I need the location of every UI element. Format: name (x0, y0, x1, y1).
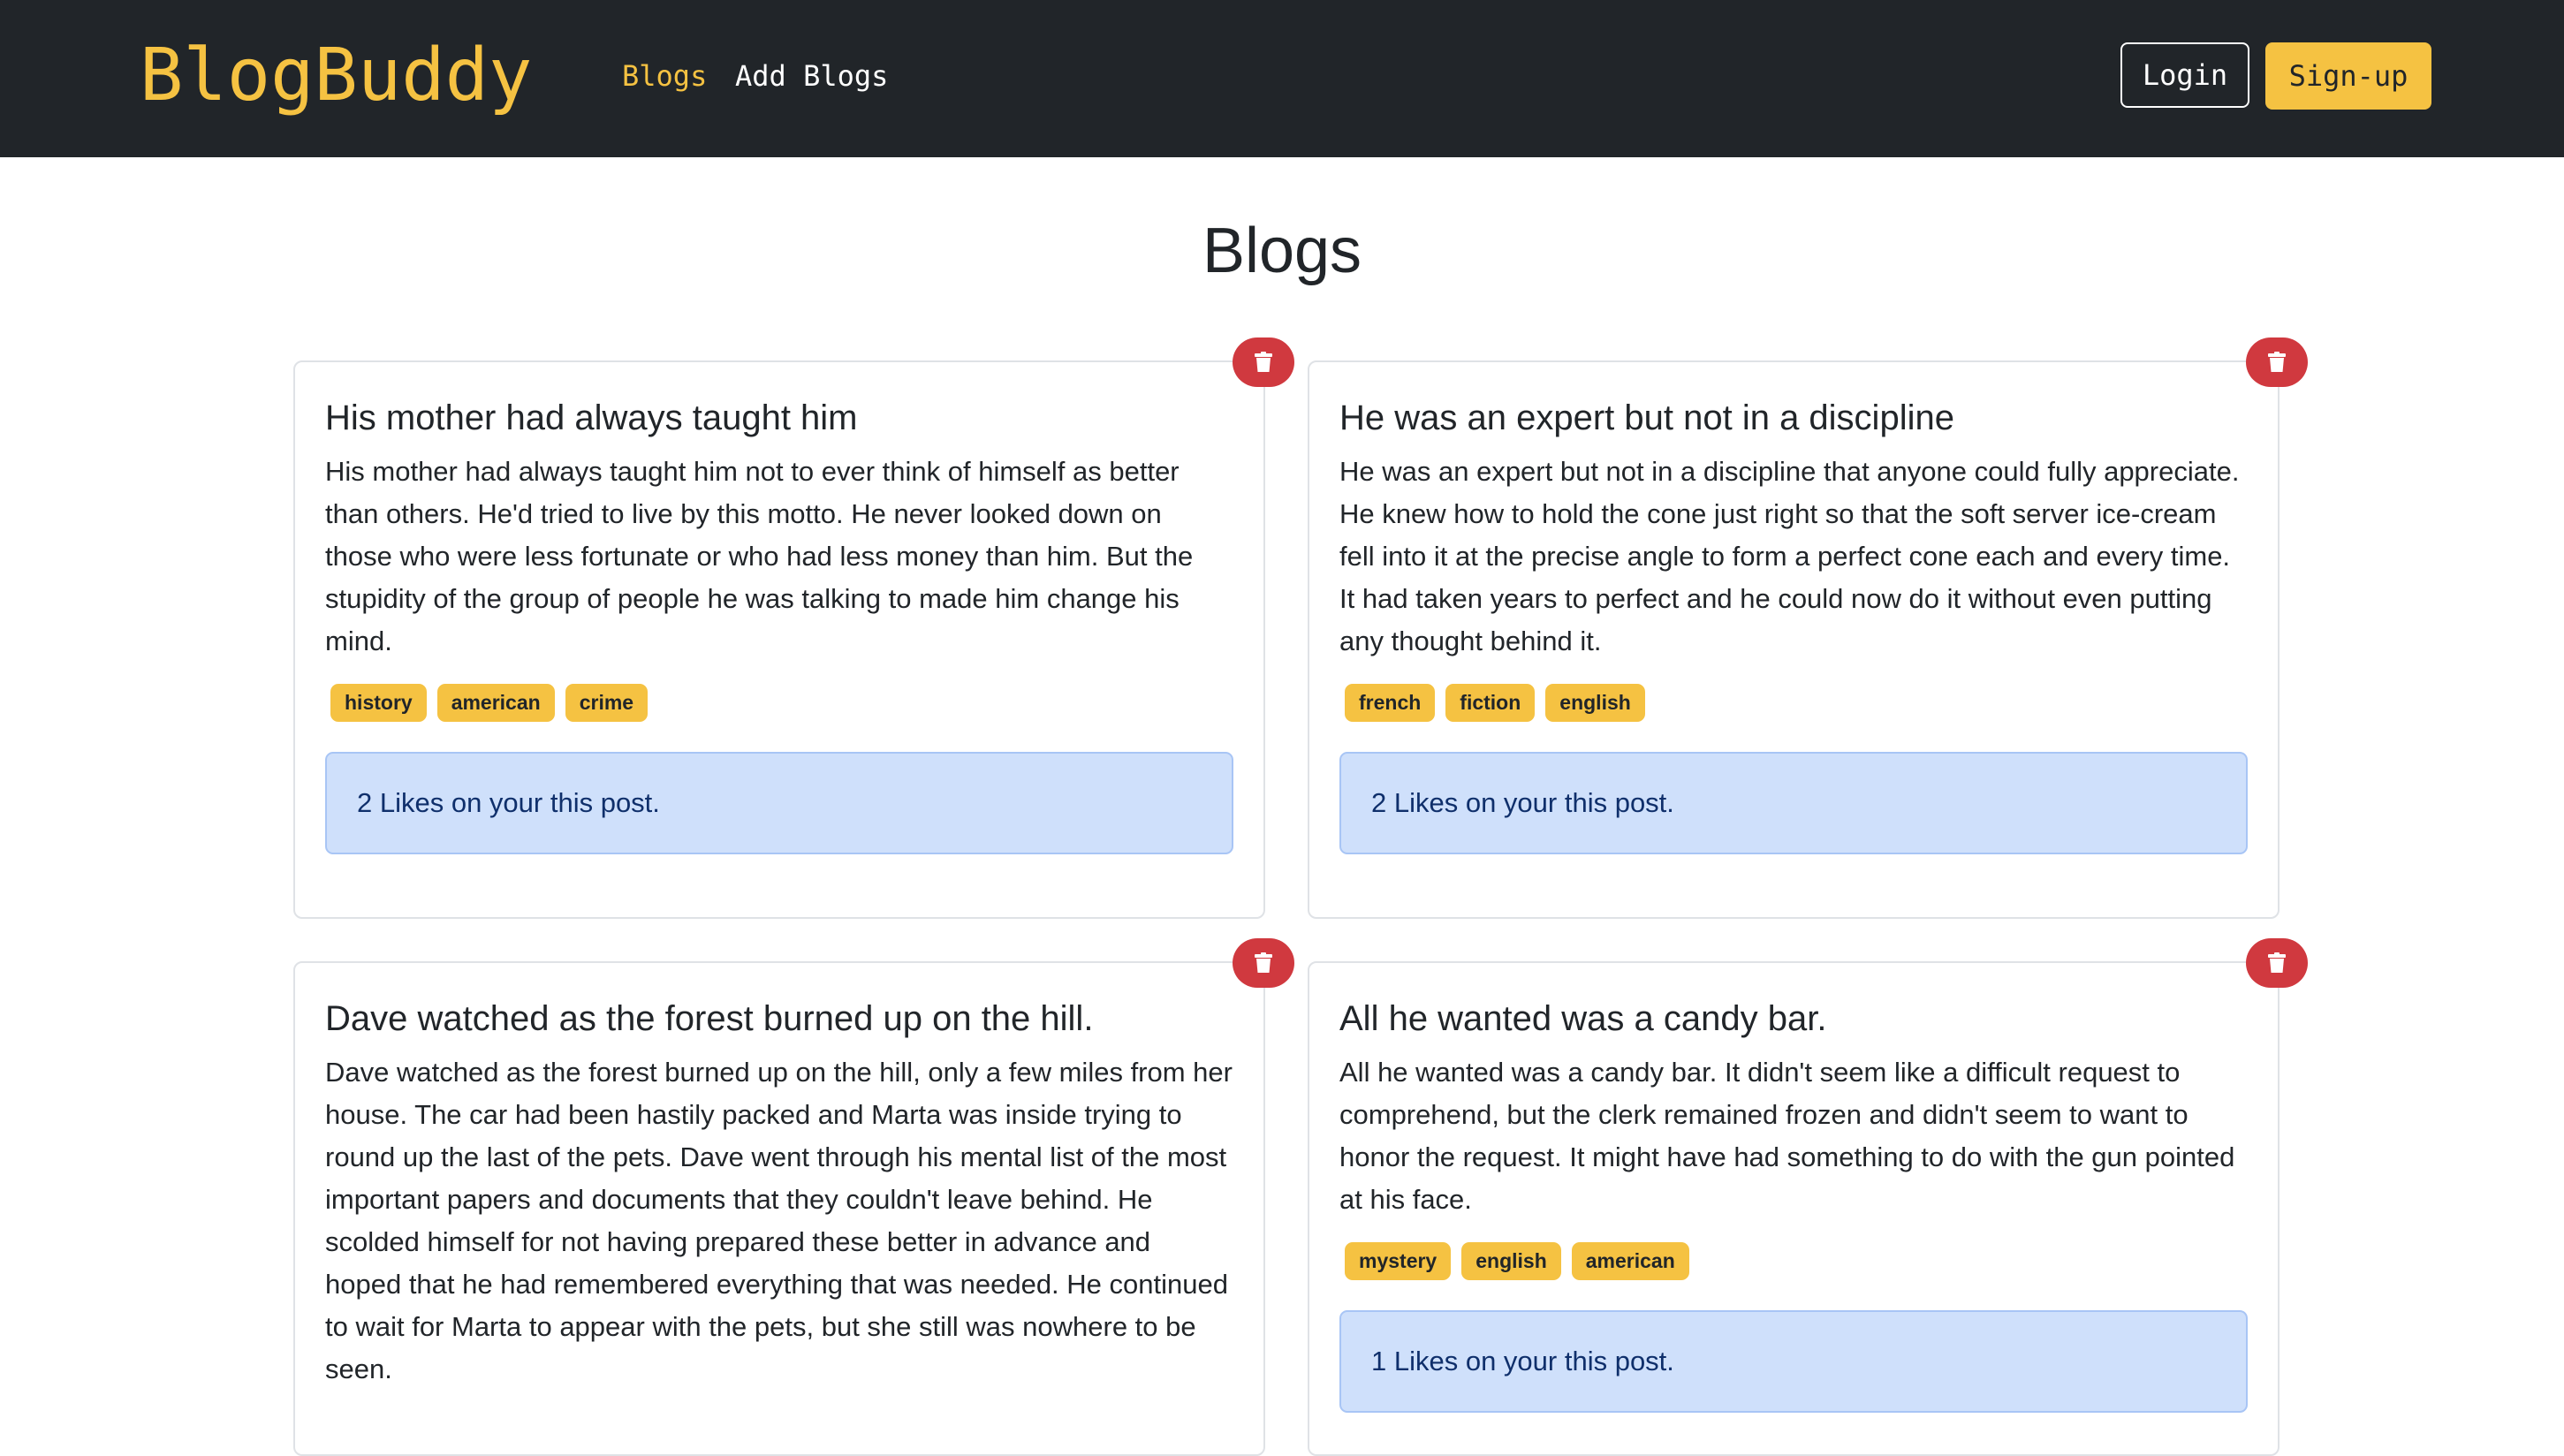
nav-link-add-blogs[interactable]: Add Blogs (735, 55, 888, 97)
likes-alert: 1 Likes on your this post. (1339, 1310, 2248, 1413)
tag-badge: mystery (1345, 1242, 1452, 1280)
tag-badge: french (1345, 684, 1436, 722)
signup-button[interactable]: Sign-up (2265, 42, 2431, 110)
tag-list: mystery english american (1345, 1242, 2248, 1280)
blog-body: His mother had always taught him not to … (325, 456, 1194, 656)
tag-badge: history (330, 684, 427, 722)
trash-icon (1255, 352, 1272, 372)
likes-alert: 2 Likes on your this post. (1339, 752, 2248, 854)
blog-title: He was an expert but not in a discipline (1339, 398, 1954, 437)
tag-list: history american crime (330, 684, 1233, 722)
blog-title: Dave watched as the forest burned up on … (325, 999, 1094, 1038)
trash-icon (2268, 952, 2286, 973)
delete-button[interactable] (2246, 938, 2308, 988)
tag-badge: english (1461, 1242, 1561, 1280)
navbar: BlogBuddy Blogs Add Blogs Login Sign-up (0, 0, 2564, 157)
blog-card: Dave watched as the forest burned up on … (293, 961, 1265, 1456)
blog-card: His mother had always taught him His mot… (293, 360, 1265, 919)
page-title: Blogs (1202, 216, 1362, 286)
blog-card: He was an expert but not in a discipline… (1308, 360, 2280, 919)
blog-card: All he wanted was a candy bar. All he wa… (1308, 961, 2280, 1456)
blog-title: His mother had always taught him (325, 398, 858, 437)
login-button[interactable]: Login (2120, 42, 2249, 108)
blog-body: He was an expert but not in a discipline… (1339, 456, 2240, 656)
tag-badge: crime (565, 684, 649, 722)
blog-body: All he wanted was a candy bar. It didn't… (1339, 1057, 2235, 1215)
tag-badge: american (1571, 1242, 1689, 1280)
tag-badge: english (1545, 684, 1645, 722)
delete-button[interactable] (2246, 337, 2308, 387)
brand-logo[interactable]: BlogBuddy (140, 32, 532, 120)
blog-title: All he wanted was a candy bar. (1339, 999, 1827, 1038)
trash-icon (1255, 952, 1272, 973)
trash-icon (2268, 352, 2286, 372)
tag-list: french fiction english (1345, 684, 2248, 722)
tag-badge: american (436, 684, 555, 722)
delete-button[interactable] (1233, 938, 1294, 988)
likes-alert: 2 Likes on your this post. (325, 752, 1233, 854)
nav-link-blogs[interactable]: Blogs (622, 55, 707, 97)
blog-body: Dave watched as the forest burned up on … (325, 1057, 1233, 1384)
tag-badge: fiction (1445, 684, 1536, 722)
delete-button[interactable] (1233, 337, 1294, 387)
